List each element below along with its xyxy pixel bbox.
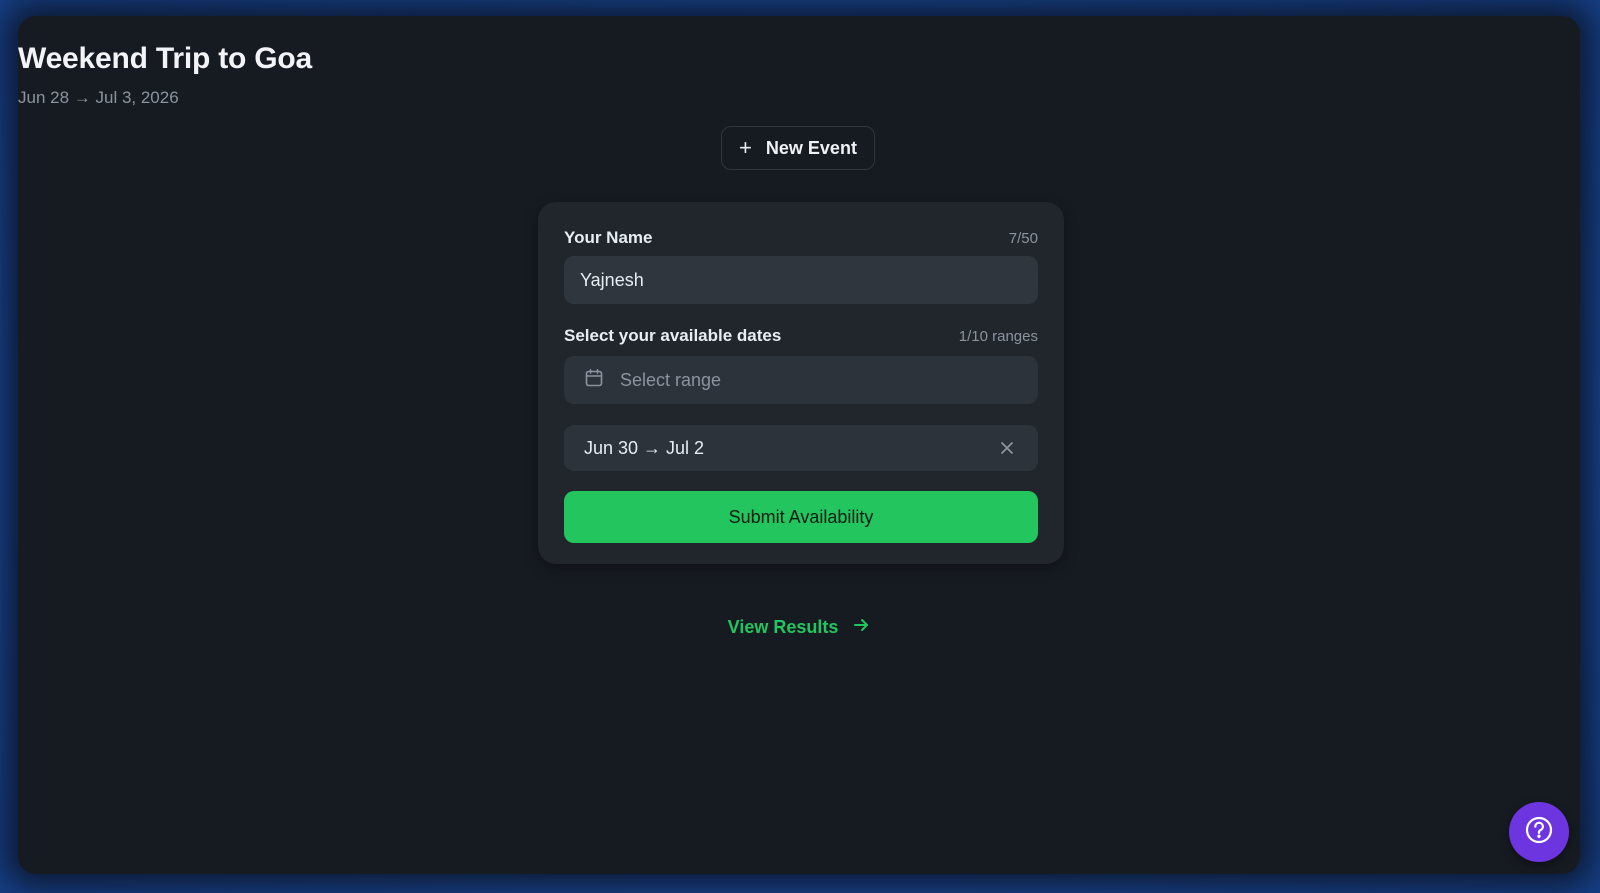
dates-label-row: Select your available dates 1/10 ranges [564, 326, 1038, 346]
new-event-label: New Event [765, 137, 857, 158]
name-input[interactable] [564, 256, 1038, 304]
calendar-icon [584, 368, 604, 393]
help-button[interactable] [1509, 802, 1569, 862]
event-date-range: Jun 28 → Jul 3, 2026 [18, 88, 179, 107]
dates-field-label: Select your available dates [564, 326, 782, 345]
name-field-label: Your Name [564, 228, 653, 247]
name-label-row: Your Name 7/50 [564, 228, 1038, 248]
close-icon[interactable] [998, 439, 1016, 457]
new-event-button[interactable]: + New Event [721, 126, 875, 170]
view-results-link[interactable]: View Results [18, 616, 1580, 639]
selected-range-chip: Jun 30 → Jul 2 [564, 425, 1038, 471]
date-range-picker[interactable]: Select range [564, 356, 1038, 404]
selected-range-text: Jun 30 → Jul 2 [584, 437, 705, 458]
arrow-right-icon [852, 616, 870, 639]
ranges-counter: 1/10 ranges [958, 328, 1038, 345]
range-placeholder: Select range [620, 369, 722, 390]
page-title: Weekend Trip to Goa [18, 42, 313, 75]
app-window: Weekend Trip to Goa Jun 28 → Jul 3, 2026… [18, 16, 1580, 874]
submit-availability-button[interactable]: Submit Availability [564, 491, 1038, 543]
availability-form-card: Your Name 7/50 Select your available dat… [538, 202, 1064, 564]
plus-icon: + [739, 135, 752, 160]
help-circle-icon [1524, 815, 1554, 850]
view-results-label: View Results [727, 617, 839, 637]
name-char-counter: 7/50 [1008, 230, 1038, 247]
